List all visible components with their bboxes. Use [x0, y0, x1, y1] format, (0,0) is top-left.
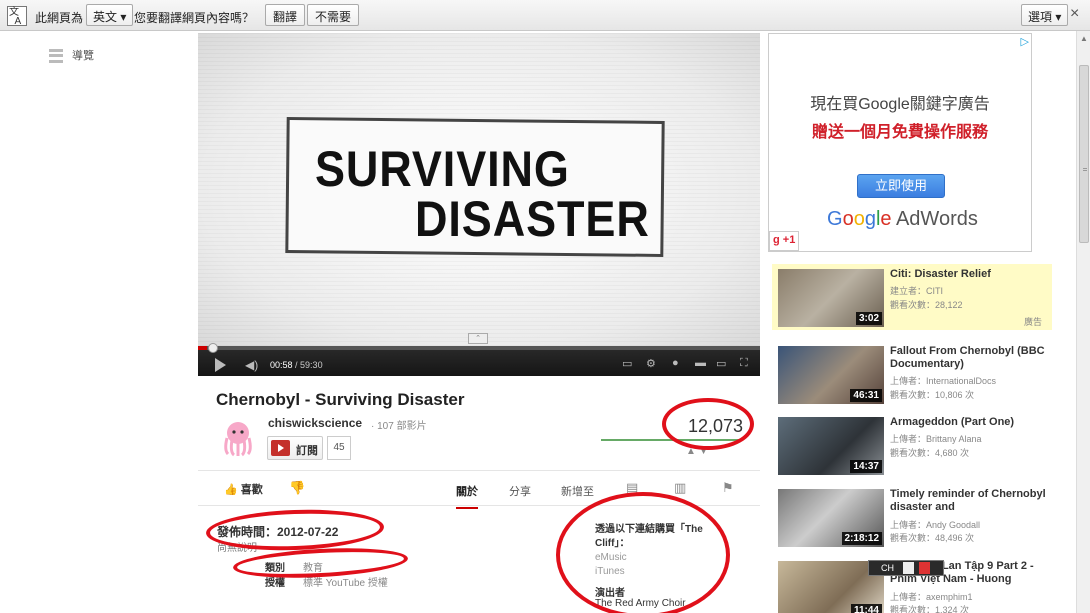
highlight-ellipse-views [662, 398, 754, 450]
ad-tag: 廣告 [1023, 317, 1042, 327]
menu-icon [49, 49, 63, 64]
page-scrollbar[interactable]: ▲ [1076, 31, 1090, 613]
sidebar-uploader: 建立者：CITI [890, 286, 943, 296]
flag-icon[interactable]: ⚑ [722, 480, 734, 496]
sidebar-views: 觀看次數：28,122 [890, 300, 963, 310]
youtube-icon [271, 440, 290, 456]
ad-line2: 贈送一個月免費操作服務 [811, 124, 988, 141]
video-title-line2: DISASTER [415, 191, 650, 247]
video-thumbnail[interactable]: 3:02 [778, 269, 884, 327]
tab-share[interactable]: 分享 [509, 483, 531, 499]
settings-icon[interactable]: ⚙ [646, 357, 656, 370]
sidebar-item[interactable]: 14:37 Armageddon (Part One) 上傳者：Brittany… [772, 412, 1052, 478]
sidebar-views: 觀看次數：4,680 次 [890, 448, 970, 458]
ime-doc-icon[interactable] [903, 562, 914, 574]
language-select[interactable]: 英文 ▾ [86, 4, 134, 26]
progress-bar[interactable] [198, 346, 760, 350]
expand-tab-icon[interactable]: ⌃ [468, 333, 488, 344]
stats-icon[interactable]: ▥ [674, 480, 686, 496]
channel-name[interactable]: chiswickscience [268, 416, 362, 430]
small-player-icon[interactable]: ▬ [695, 357, 706, 369]
scroll-thumb[interactable] [1079, 65, 1089, 243]
sidebar-item[interactable]: 2:18:12 Timely reminder of Chernobyl dis… [772, 484, 1052, 550]
google-adwords-logo: Google AdWords [827, 208, 978, 230]
sidebar-uploader: 上傳者：Brittany Alana [890, 434, 982, 444]
translate-prefix: 此網頁為 [35, 11, 84, 25]
sidebar-title[interactable]: Fallout From Chernobyl (BBC Documentary) [890, 345, 1050, 371]
scroll-up-icon[interactable]: ▲ [1080, 34, 1088, 43]
fullscreen-icon[interactable]: ⛶ [740, 357, 748, 370]
decline-button[interactable]: 不需要 [307, 4, 360, 26]
highlight-ellipse-buy [556, 492, 730, 613]
highlight-ellipse-date [205, 506, 385, 554]
sidebar-title[interactable]: Armageddon (Part One) [890, 416, 1050, 429]
options-button[interactable]: 選項 ▾ [1021, 4, 1069, 26]
sidebar-uploader: 上傳者：InternationalDocs [890, 376, 997, 386]
tab-add-to[interactable]: 新增至 [561, 483, 594, 499]
player-controls: ◀) 00:58 / 59:30 ▭ ⚙ ● ▬ ▭ ⛶ [198, 343, 760, 376]
subscribe-button[interactable]: 訂閱 [267, 436, 323, 460]
translate-icon: 文 A [7, 6, 27, 27]
sidebar-title[interactable]: Citi: Disaster Relief [890, 268, 1050, 281]
ime-label: CH [881, 563, 894, 573]
sidebar-item[interactable]: 46:31 Fallout From Chernobyl (BBC Docume… [772, 341, 1052, 407]
adchoices-icon[interactable]: ▷ [1021, 35, 1029, 48]
translate-question: 您要翻譯網頁內容嗎？ [134, 11, 255, 25]
ime-toolbar[interactable]: CH [868, 560, 944, 576]
sidebar-title[interactable]: Timely reminder of Chernobyl disaster an… [890, 488, 1050, 514]
video-player[interactable]: SURVIVING DISASTER ⌃ [198, 33, 760, 346]
channel-video-count: · 107 部影片 [371, 421, 427, 432]
close-icon[interactable]: × [1070, 5, 1079, 23]
video-title: Chernobyl - Surviving Disaster [216, 390, 465, 409]
sidebar-uploader: 上傳者：axemphim1 [890, 592, 973, 602]
translate-bar: 文 A 此網頁為 英文 ▾ 您要翻譯網頁內容嗎？ 翻譯 不需要 選項 ▾ × [0, 0, 1090, 31]
time-display: 00:58 / 59:30 [270, 360, 323, 370]
play-icon[interactable] [215, 358, 226, 372]
google-plus-button[interactable]: g +1 [769, 231, 800, 251]
large-player-icon[interactable]: ▭ [716, 357, 726, 370]
subscriber-count: 45 [327, 436, 351, 460]
info-icon[interactable]: ● [672, 357, 679, 369]
video-thumbnail[interactable]: 2:18:12 [778, 489, 884, 547]
guide-label: 導覽 [72, 50, 94, 62]
ad-line1: 現在買Google關鍵字廣告 [810, 96, 990, 113]
sidebar-views: 觀看次數：48,496 次 [890, 533, 975, 543]
sidebar-item-promoted[interactable]: 3:02 Citi: Disaster Relief 建立者：CITI 觀看次數… [772, 264, 1052, 330]
sidebar-uploader: 上傳者：Andy Goodall [890, 520, 981, 530]
translate-button[interactable]: 翻譯 [265, 4, 306, 26]
guide-button[interactable]: 導覽 [49, 47, 94, 64]
sidebar-views: 觀看次數：1,324 次 [890, 605, 970, 613]
video-thumbnail[interactable]: 46:31 [778, 346, 884, 404]
video-thumbnail[interactable]: 14:37 [778, 417, 884, 475]
volume-icon[interactable]: ◀) [245, 358, 258, 372]
channel-avatar[interactable] [218, 418, 258, 458]
ime-mode-icon[interactable] [919, 562, 930, 574]
ad-banner[interactable]: ▷ 現在買Google關鍵字廣告 贈送一個月免費操作服務 立即使用 Google… [768, 33, 1032, 252]
dislike-icon[interactable]: 👎 [289, 480, 305, 496]
tab-about[interactable]: 關於 [456, 483, 478, 509]
ad-cta-button[interactable]: 立即使用 [857, 174, 945, 198]
like-button[interactable]: 👍 喜歡 [224, 481, 263, 497]
progress-knob[interactable] [208, 343, 218, 353]
sidebar-views: 觀看次數：10,806 次 [890, 390, 975, 400]
annotations-icon[interactable]: ▭ [622, 357, 632, 370]
